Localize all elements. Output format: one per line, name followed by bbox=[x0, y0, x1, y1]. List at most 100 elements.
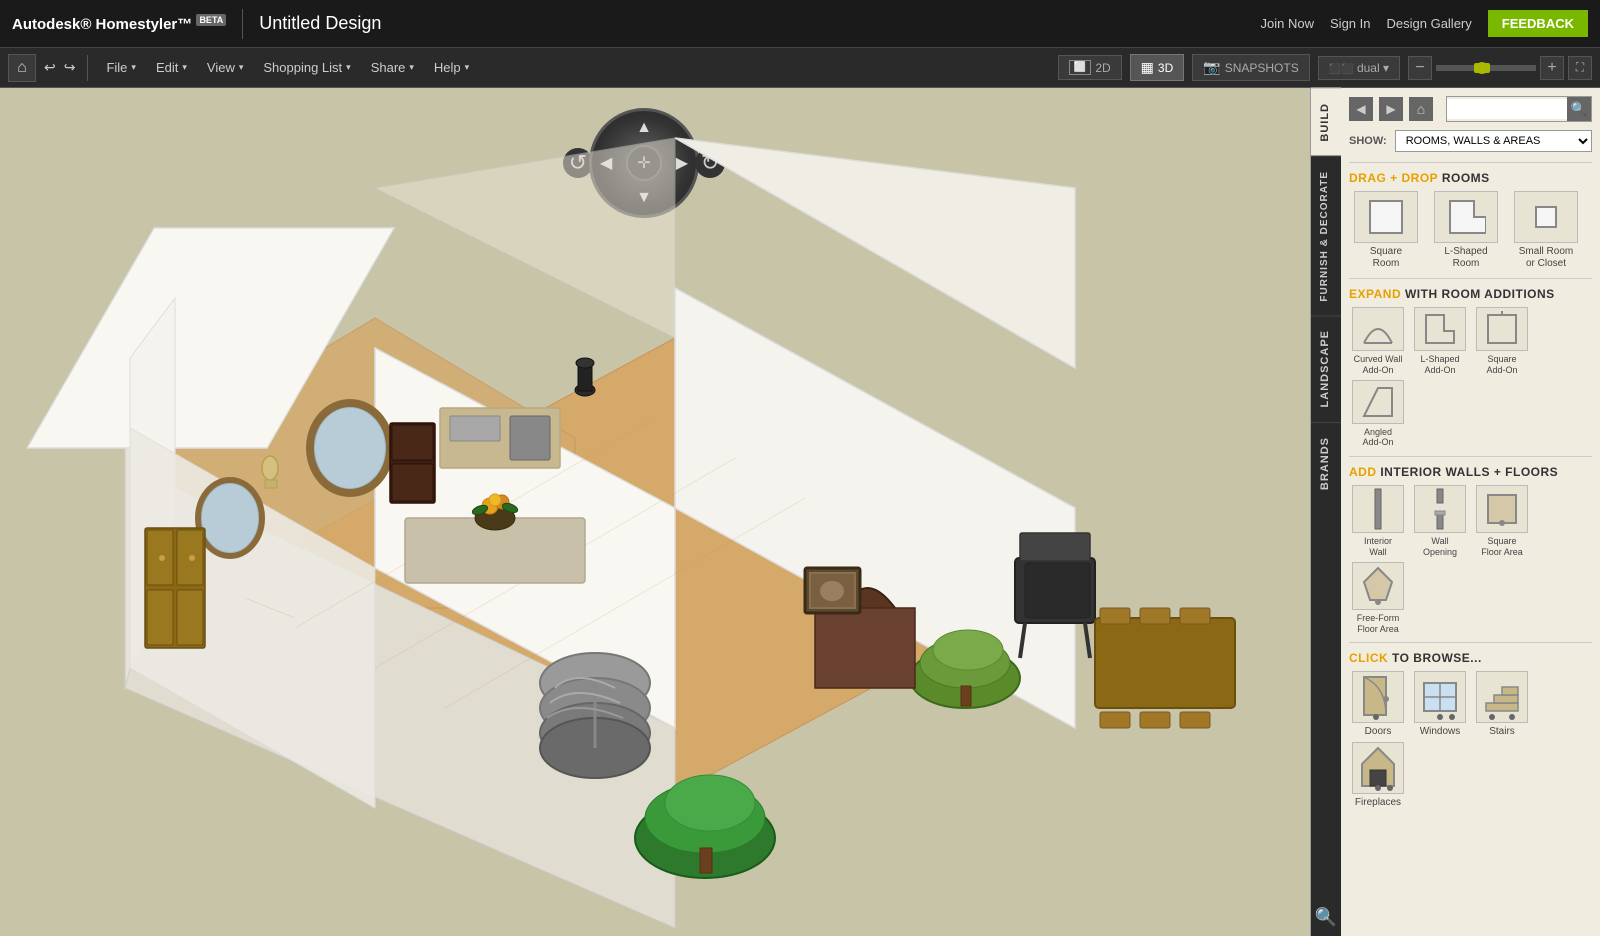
panel-forward-button[interactable]: ▶ bbox=[1379, 97, 1403, 121]
home-button[interactable]: ⌂ bbox=[8, 54, 36, 82]
square-floor-area[interactable]: SquareFloor Area bbox=[1473, 485, 1531, 558]
section-header-drag-rooms: DRAG + DROP ROOMS bbox=[1349, 171, 1592, 185]
snapshots-button[interactable]: 📷 SNAPSHOTS bbox=[1192, 54, 1309, 81]
header-highlight-expand: EXPAND bbox=[1349, 287, 1401, 301]
undo-button[interactable]: ↩ bbox=[40, 57, 60, 78]
wall-opening-label: WallOpening bbox=[1423, 536, 1457, 558]
freeform-floor-area[interactable]: Free-FormFloor Area bbox=[1349, 562, 1407, 635]
view-3d-button[interactable]: ▦ 3D bbox=[1130, 54, 1185, 81]
menu-edit[interactable]: Edit ▾ bbox=[146, 56, 197, 79]
menu-bar: ⌂ ↩ ↪ File ▾ Edit ▾ View ▾ Shopping List… bbox=[0, 48, 1600, 88]
square-floor-icon bbox=[1476, 485, 1528, 533]
curved-addon-label: Curved WallAdd-On bbox=[1354, 354, 1403, 376]
header-normal-browse: TO BROWSE... bbox=[1392, 651, 1482, 665]
addon-curved[interactable]: Curved WallAdd-On bbox=[1349, 307, 1407, 376]
view-controls: ⬜ 2D ▦ 3D 📷 SNAPSHOTS ⬛⬛ dual ▾ − + ⛶ bbox=[1058, 54, 1592, 81]
browse-grid: Doors Windows bbox=[1349, 671, 1592, 809]
menu-view[interactable]: View ▾ bbox=[197, 56, 253, 79]
show-label: SHOW: bbox=[1349, 135, 1387, 147]
menu-help[interactable]: Help ▾ bbox=[424, 56, 479, 79]
dual-button[interactable]: ⬛⬛ dual ▾ bbox=[1318, 56, 1400, 80]
zoom-out-button[interactable]: − bbox=[1408, 56, 1432, 80]
windows-icon bbox=[1414, 671, 1466, 723]
stairs-label: Stairs bbox=[1489, 726, 1515, 738]
section-divider-2 bbox=[1349, 278, 1592, 279]
freeform-floor-label: Free-FormFloor Area bbox=[1357, 613, 1400, 635]
fireplaces-label: Fireplaces bbox=[1355, 797, 1401, 809]
show-select[interactable]: ROOMS, WALLS & AREAS EVERYTHING FLOOR PL… bbox=[1395, 130, 1592, 152]
sign-in-link[interactable]: Sign In bbox=[1330, 16, 1370, 31]
zoom-slider[interactable] bbox=[1436, 65, 1536, 71]
doors-icon bbox=[1352, 671, 1404, 723]
side-tabs: BUILD FURNISH & DECORATE LANDSCAPE BRAND… bbox=[1311, 88, 1341, 936]
top-right-nav: Join Now Sign In Design Gallery FEEDBACK bbox=[1261, 10, 1588, 37]
zoom-in-button[interactable]: + bbox=[1540, 56, 1564, 80]
magnify-icon-button[interactable]: 🔍 bbox=[1307, 899, 1345, 936]
join-now-link[interactable]: Join Now bbox=[1261, 16, 1314, 31]
header-normal-drag: ROOMS bbox=[1442, 171, 1490, 185]
browse-stairs[interactable]: Stairs bbox=[1473, 671, 1531, 738]
section-divider-1 bbox=[1349, 162, 1592, 163]
section-header-expand: EXPAND WITH ROOM ADDITIONS bbox=[1349, 287, 1592, 301]
panel-search-button[interactable]: 🔍 bbox=[1567, 97, 1591, 121]
curved-addon-icon bbox=[1352, 307, 1404, 351]
l-shaped-room-icon bbox=[1434, 191, 1498, 243]
addon-square[interactable]: SquareAdd-On bbox=[1473, 307, 1531, 376]
vertical-divider bbox=[242, 9, 243, 39]
square-room-icon bbox=[1354, 191, 1418, 243]
square-addon-label: SquareAdd-On bbox=[1486, 354, 1517, 376]
section-header-walls: ADD INTERIOR WALLS + FLOORS bbox=[1349, 465, 1592, 479]
fireplaces-icon bbox=[1352, 742, 1404, 794]
wall-opening[interactable]: WallOpening bbox=[1411, 485, 1469, 558]
panel-search-input[interactable] bbox=[1447, 99, 1567, 119]
view-2d-button[interactable]: ⬜ 2D bbox=[1058, 55, 1122, 80]
panel-home-button[interactable]: ⌂ bbox=[1409, 97, 1433, 121]
logo-area: Autodesk® Homestyler™ BETA bbox=[12, 15, 226, 33]
menu-file[interactable]: File ▾ bbox=[96, 56, 145, 79]
angled-addon-label: AngledAdd-On bbox=[1362, 427, 1393, 449]
header-highlight-drag: DRAG + DROP bbox=[1349, 171, 1438, 185]
room-l-shaped[interactable]: L-ShapedRoom bbox=[1429, 191, 1503, 270]
browse-fireplaces[interactable]: Fireplaces bbox=[1349, 742, 1407, 809]
fullscreen-button[interactable]: ⛶ bbox=[1568, 56, 1592, 80]
menu-share[interactable]: Share ▾ bbox=[361, 56, 424, 79]
square-addon-icon bbox=[1476, 307, 1528, 351]
angled-addon-icon bbox=[1352, 380, 1404, 424]
tab-brands[interactable]: BRANDS bbox=[1311, 422, 1341, 504]
doors-label: Doors bbox=[1365, 726, 1392, 738]
browse-doors[interactable]: Doors bbox=[1349, 671, 1407, 738]
header-highlight-walls: ADD bbox=[1349, 465, 1377, 479]
header-normal-expand: WITH ROOM ADDITIONS bbox=[1405, 287, 1555, 301]
design-gallery-link[interactable]: Design Gallery bbox=[1387, 16, 1472, 31]
panel-search: 🔍 bbox=[1446, 96, 1592, 122]
room-small[interactable]: Small Roomor Closet bbox=[1509, 191, 1583, 270]
show-row: SHOW: ROOMS, WALLS & AREAS EVERYTHING FL… bbox=[1349, 130, 1592, 152]
room-square[interactable]: SquareRoom bbox=[1349, 191, 1423, 270]
windows-label: Windows bbox=[1420, 726, 1461, 738]
interior-wall-label: InteriorWall bbox=[1364, 536, 1392, 558]
interior-wall[interactable]: InteriorWall bbox=[1349, 485, 1407, 558]
tab-furnish-decorate[interactable]: FURNISH & DECORATE bbox=[1311, 156, 1341, 316]
menu-divider bbox=[87, 55, 88, 81]
menu-shopping-list[interactable]: Shopping List ▾ bbox=[253, 56, 360, 79]
section-divider-3 bbox=[1349, 456, 1592, 457]
stairs-icon bbox=[1476, 671, 1528, 723]
panel-back-button[interactable]: ◀ bbox=[1349, 97, 1373, 121]
wall-opening-icon bbox=[1414, 485, 1466, 533]
redo-button[interactable]: ↪ bbox=[60, 57, 80, 78]
tab-build[interactable]: BUILD bbox=[1311, 88, 1341, 156]
header-highlight-browse: CLICK bbox=[1349, 651, 1388, 665]
design-title: Untitled Design bbox=[259, 13, 381, 34]
viewport[interactable]: ↺ ▲ ▼ ◀ ▶ ✛ ↻ bbox=[0, 88, 1310, 936]
feedback-button[interactable]: FEEDBACK bbox=[1488, 10, 1588, 37]
browse-windows[interactable]: Windows bbox=[1411, 671, 1469, 738]
l-shaped-room-label: L-ShapedRoom bbox=[1444, 246, 1487, 270]
tab-landscape[interactable]: LANDSCAPE bbox=[1311, 315, 1341, 421]
small-room-label: Small Roomor Closet bbox=[1519, 246, 1573, 270]
panel-navigation: ◀ ▶ ⌂ 🔍 bbox=[1349, 96, 1592, 122]
header-normal-walls: INTERIOR WALLS + FLOORS bbox=[1380, 465, 1558, 479]
floor-plan-scene bbox=[0, 88, 1310, 936]
l-shaped-addon-icon bbox=[1414, 307, 1466, 351]
addon-l-shaped[interactable]: L-ShapedAdd-On bbox=[1411, 307, 1469, 376]
addon-angled[interactable]: AngledAdd-On bbox=[1349, 380, 1407, 449]
